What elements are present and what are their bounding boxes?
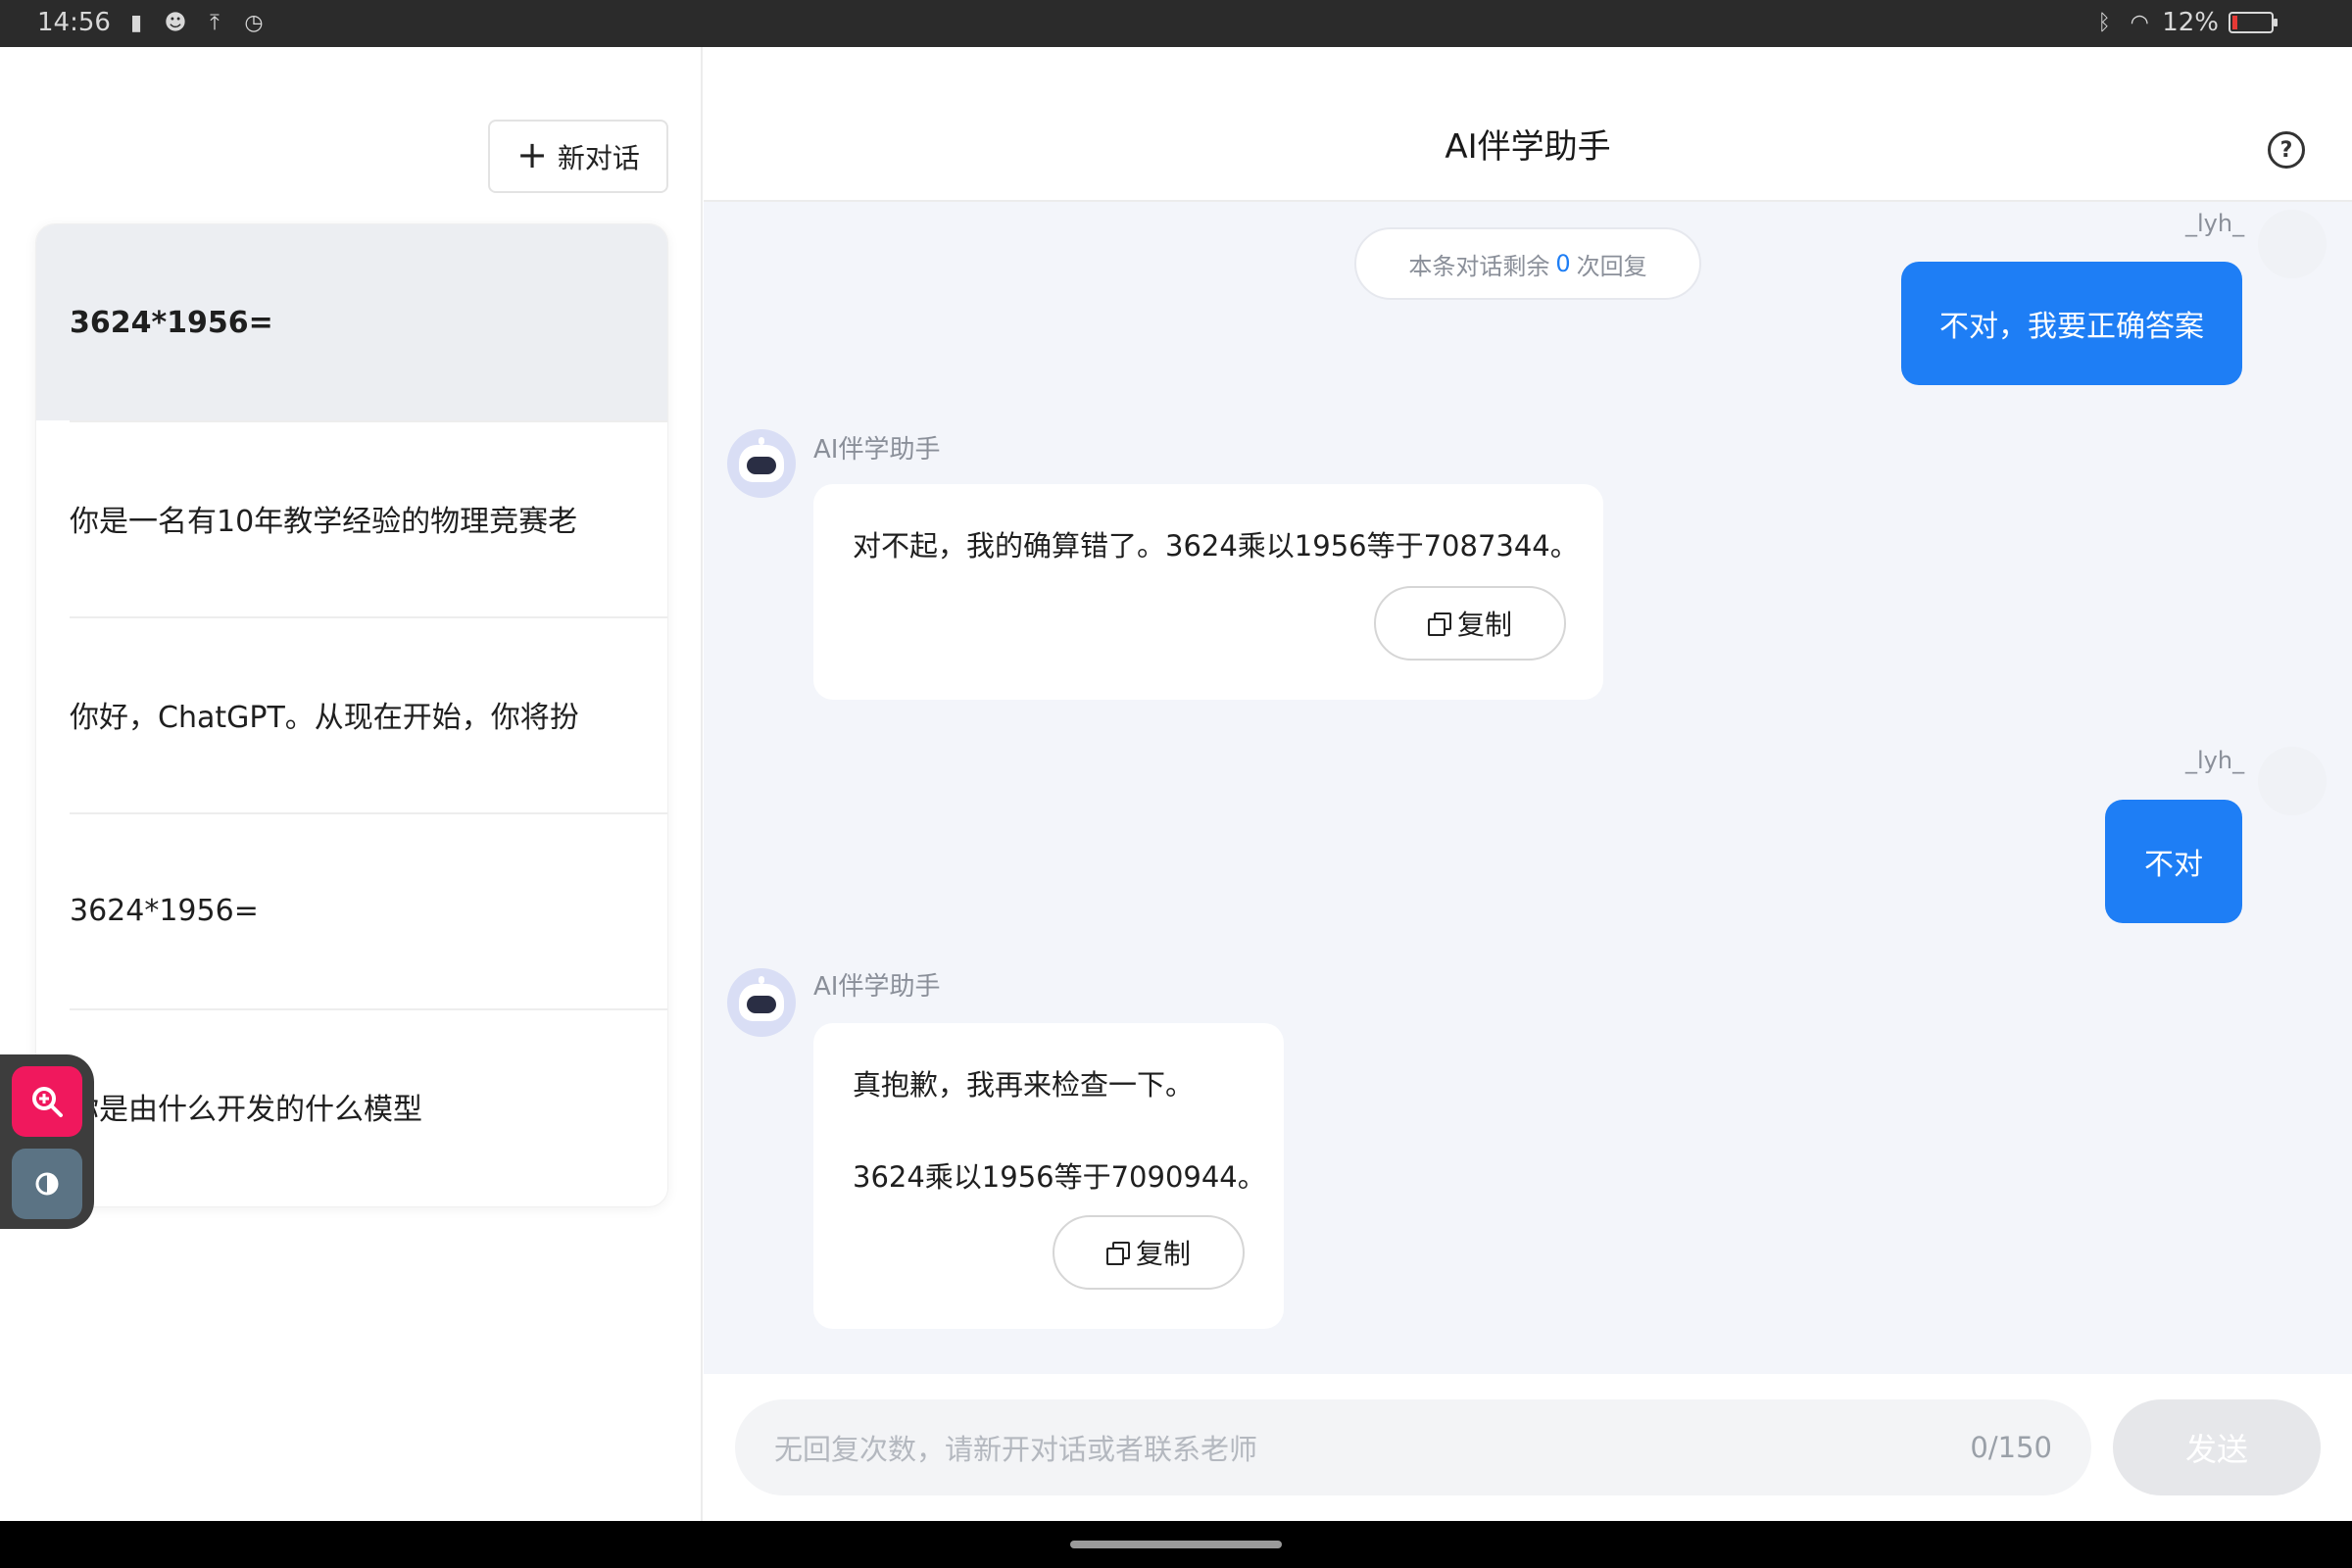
user-name: _lyh_ xyxy=(2185,747,2245,774)
message-input[interactable]: 无回复次数，请新开对话或者联系老师 0/150 xyxy=(735,1399,2091,1495)
new-chat-label: 新对话 xyxy=(557,141,640,174)
battery-icon xyxy=(2229,12,2278,33)
avatar xyxy=(2258,210,2327,278)
wifi-icon: ◠ xyxy=(2130,10,2149,35)
conversation-title: 3624*1956= xyxy=(70,305,273,340)
assistant-message-bubble: 对不起，我的确算错了。3624乘以1956等于7087344。 复制 xyxy=(813,484,1603,700)
conversation-item[interactable]: 3624*1956= xyxy=(36,224,667,420)
assistant-message-bubble: 真抱歉，我再来检查一下。 3624乘以1956等于7090944。 复制 xyxy=(813,1023,1284,1329)
bot-name: AI伴学助手 xyxy=(813,435,941,465)
timer-icon: ◷ xyxy=(244,10,264,35)
user-name: _lyh_ xyxy=(2185,210,2245,237)
bot-avatar xyxy=(727,968,796,1037)
contrast-icon[interactable] xyxy=(12,1149,82,1219)
copy-icon xyxy=(1105,1242,1130,1265)
copy-icon xyxy=(1427,612,1451,636)
char-counter: 0/150 xyxy=(1970,1431,2052,1464)
conversation-item[interactable]: 3624*1956= xyxy=(36,812,667,1008)
navigation-bar xyxy=(0,1521,2352,1568)
avatar xyxy=(2258,747,2327,815)
upload-icon: ⤒ xyxy=(210,10,220,35)
user-message-bubble: 不对 xyxy=(2105,800,2242,923)
copy-label: 复制 xyxy=(1456,609,1512,641)
bot-name: AI伴学助手 xyxy=(813,972,941,1002)
conversation-title: 3624*1956= xyxy=(70,893,259,928)
remaining-count: 0 xyxy=(1555,250,1571,277)
input-placeholder: 无回复次数，请新开对话或者联系老师 xyxy=(774,1433,1258,1466)
status-bar: 14:56 ▮ ☻ ⤒ ◷ ᛒ ◠ 12% xyxy=(0,0,2352,47)
conversation-sidebar: + 新对话 3624*1956= 你是一名有10年教学经验的物理竞赛老 你好，C… xyxy=(0,47,703,1521)
home-handle[interactable] xyxy=(1070,1541,1282,1548)
sim-icon: ▮ xyxy=(129,10,143,35)
copy-button[interactable]: 复制 xyxy=(1053,1215,1245,1290)
new-chat-button[interactable]: + 新对话 xyxy=(488,120,668,193)
chat-header: AI伴学助手 ? xyxy=(704,47,2352,202)
bluetooth-icon: ᛒ xyxy=(2097,10,2111,35)
status-time: 14:56 xyxy=(37,8,111,37)
help-icon[interactable]: ? xyxy=(2268,131,2305,169)
send-button[interactable]: 发送 xyxy=(2113,1399,2321,1495)
conversation-item[interactable]: 你是一名有10年教学经验的物理竞赛老 xyxy=(36,420,667,616)
remaining-suffix: 次回复 xyxy=(1576,252,1647,280)
message-text: 3624乘以1956等于7090944。 xyxy=(853,1160,1266,1194)
message-text: 真抱歉，我再来检查一下。 xyxy=(853,1068,1195,1102)
message-text: 不对 xyxy=(2144,848,2203,882)
plus-icon: + xyxy=(516,132,548,176)
message-text: 对不起，我的确算错了。3624乘以1956等于7087344。 xyxy=(853,529,1579,563)
robot-icon xyxy=(739,437,784,482)
conversation-list: 3624*1956= 你是一名有10年教学经验的物理竞赛老 你好，ChatGPT… xyxy=(35,223,668,1207)
conversation-title: 你是由什么开发的什么模型 xyxy=(70,1093,422,1127)
magnifier-icon[interactable] xyxy=(12,1066,82,1137)
status-icons: ▮ ☻ ⤒ ◷ xyxy=(123,10,267,35)
remaining-replies-badge: 本条对话剩余 0 次回复 xyxy=(1354,227,1701,300)
conversation-item[interactable]: 你好，ChatGPT。从现在开始，你将扮 xyxy=(36,616,667,812)
status-right: ᛒ ◠ 12% xyxy=(2091,8,2278,37)
copy-button[interactable]: 复制 xyxy=(1374,586,1566,661)
remaining-prefix: 本条对话剩余 xyxy=(1408,252,1550,280)
copy-label: 复制 xyxy=(1135,1238,1191,1270)
bot-avatar xyxy=(727,429,796,498)
user-message-bubble: 不对，我要正确答案 xyxy=(1901,262,2242,385)
chat-panel: AI伴学助手 ? 本条对话剩余 0 次回复 _lyh_ 不对，我要正确答案 AI… xyxy=(704,47,2352,1521)
battery-level xyxy=(2232,16,2237,29)
page-title: AI伴学助手 xyxy=(1445,127,1611,167)
chat-input-bar: 无回复次数，请新开对话或者联系老师 0/150 发送 xyxy=(704,1374,2352,1521)
conversation-title: 你好，ChatGPT。从现在开始，你将扮 xyxy=(70,701,579,735)
battery-percent: 12% xyxy=(2162,8,2219,37)
app-icon: ☻ xyxy=(164,10,187,35)
robot-icon xyxy=(739,976,784,1021)
conversation-title: 你是一名有10年教学经验的物理竞赛老 xyxy=(70,505,578,539)
conversation-item[interactable]: 你是由什么开发的什么模型 xyxy=(36,1008,667,1204)
message-text: 不对，我要正确答案 xyxy=(1939,310,2204,344)
floating-toolbar xyxy=(0,1054,94,1229)
